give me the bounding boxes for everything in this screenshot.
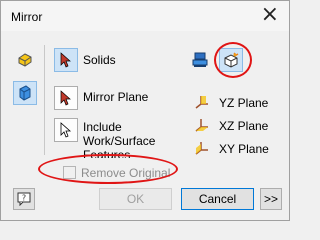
yz-plane-icon[interactable]: [194, 94, 210, 110]
mirror-dialog: Mirror × Solids Mirror Plane Include Wor…: [0, 0, 290, 221]
adjust-to-model-button[interactable]: [219, 48, 243, 72]
xz-plane-icon[interactable]: [194, 117, 210, 133]
more-options-button[interactable]: >>: [260, 188, 282, 210]
cursor-select-icon: [60, 52, 71, 68]
solids-select-button[interactable]: [54, 48, 78, 72]
solids-label: Solids: [83, 53, 116, 67]
mirror-features-button[interactable]: [13, 48, 37, 72]
ok-button[interactable]: OK: [99, 188, 172, 210]
help-icon: ?: [17, 192, 31, 206]
svg-text:?: ?: [22, 194, 26, 203]
close-icon[interactable]: ×: [261, 4, 279, 26]
cursor-select-icon: [60, 122, 72, 138]
help-button[interactable]: ?: [13, 188, 35, 210]
dialog-title: Mirror: [11, 10, 43, 24]
xy-plane-label[interactable]: XY Plane: [219, 142, 269, 156]
identical-solution-button[interactable]: [188, 48, 212, 72]
remove-original-checkbox[interactable]: [63, 166, 76, 179]
identical-icon: [192, 52, 208, 67]
xy-plane-icon[interactable]: [194, 140, 210, 156]
title-bar: Mirror ×: [1, 1, 289, 31]
include-features-label: Include Work/Surface Features: [83, 120, 156, 158]
mirror-plane-select-button[interactable]: [54, 86, 78, 110]
bodies-icon: [19, 85, 31, 101]
include-features-button[interactable]: [54, 118, 78, 142]
adjust-model-icon: [224, 52, 239, 68]
yz-plane-label[interactable]: YZ Plane: [219, 96, 268, 110]
mirror-bodies-button[interactable]: [13, 81, 37, 105]
cursor-select-icon: [60, 90, 71, 106]
xz-plane-label[interactable]: XZ Plane: [219, 119, 268, 133]
features-icon: [18, 53, 32, 67]
column-divider: [44, 45, 45, 155]
cancel-button[interactable]: Cancel: [181, 188, 254, 210]
remove-original-label: Remove Original: [81, 166, 171, 180]
mirror-plane-label: Mirror Plane: [83, 90, 149, 104]
